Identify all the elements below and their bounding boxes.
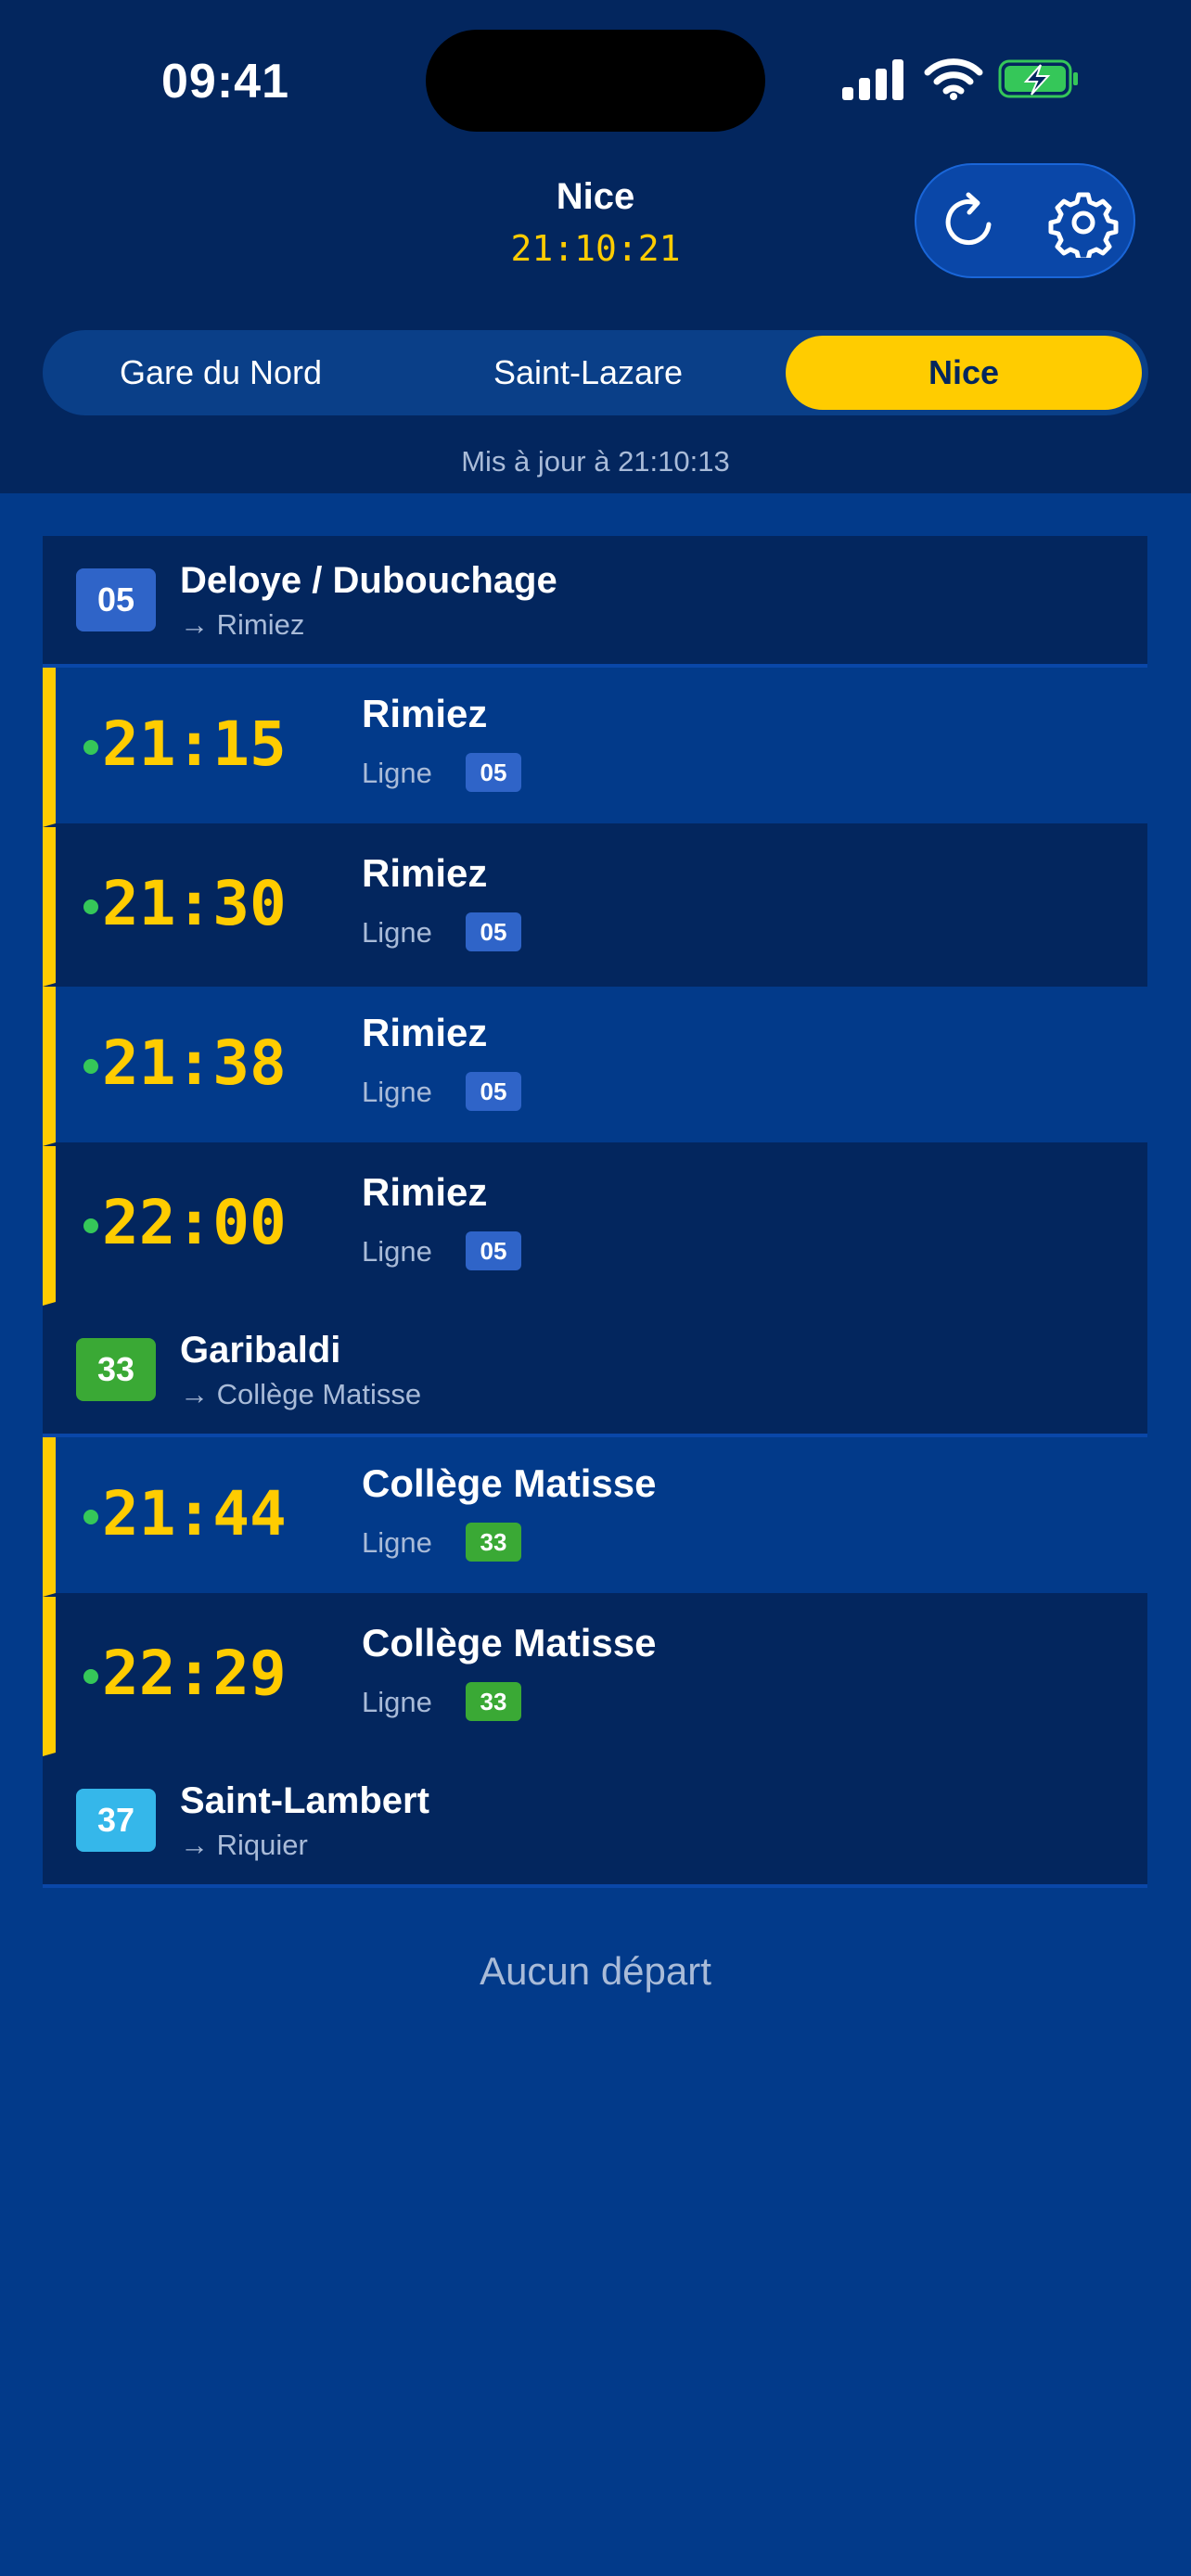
departure-row[interactable]: 22:00 Rimiez Ligne 05 [43,1146,1147,1306]
line-label: Ligne [362,916,432,949]
line-label: Ligne [362,1076,432,1108]
refresh-icon [945,192,992,246]
departure-destination: Collège Matisse [362,1461,657,1505]
line-badge-small: 05 [466,1072,521,1111]
departure-destination: Rimiez [362,851,488,895]
departures-list: 05 Deloye / Dubouchage → Rimiez 21:15 Ri… [43,536,1147,1888]
stop-direction: → Riquier [180,1829,308,1861]
departure-destination: Rimiez [362,1170,488,1214]
departure-time: 22:00 [102,1187,287,1258]
settings-button[interactable] [1048,187,1119,262]
realtime-dot-icon [83,1218,98,1233]
departure-destination: Rimiez [362,692,488,735]
realtime-dot-icon [83,1059,98,1074]
line-label: Ligne [362,1686,432,1718]
departure-row[interactable]: 21:30 Rimiez Ligne 05 [43,827,1147,987]
line-label: Ligne [362,757,432,789]
realtime-dot-icon [83,1510,98,1524]
departure-row[interactable]: 21:38 Rimiez Ligne 05 [43,987,1147,1146]
tab-saint-lazare[interactable]: Saint-Lazare [410,336,766,410]
departure-time: 21:38 [102,1027,287,1099]
departure-destination: Collège Matisse [362,1621,657,1664]
wifi-icon [924,58,983,100]
realtime-dot-icon [83,740,98,755]
tab-gare-du-nord[interactable]: Gare du Nord [43,336,399,410]
line-label: Ligne [362,1235,432,1268]
empty-state: Aucun départ [480,1949,711,1993]
departure-time: 22:29 [102,1638,287,1709]
tab-nice[interactable]: Nice [786,336,1142,410]
departure-row[interactable]: 21:44 Collège Matisse Ligne 33 [43,1437,1147,1597]
stop-name: Saint-Lambert [180,1780,429,1821]
stop-header[interactable]: 37 Saint-Lambert → Riquier [43,1756,1147,1888]
stop-name: Garibaldi [180,1330,341,1371]
stop-name: Deloye / Dubouchage [180,560,557,601]
stop-header[interactable]: 05 Deloye / Dubouchage → Rimiez [43,536,1147,668]
departure-destination: Rimiez [362,1011,488,1054]
stop-header[interactable]: 33 Garibaldi → Collège Matisse [43,1306,1147,1437]
line-badge: 33 [76,1338,156,1401]
departure-time: 21:44 [102,1478,287,1549]
line-label: Ligne [362,1526,432,1559]
action-pill [915,163,1135,278]
departure-row[interactable]: 21:15 Rimiez Ligne 05 [43,668,1147,827]
realtime-dot-icon [83,899,98,914]
last-updated: Mis à jour à 21:10:13 [461,445,730,478]
battery-charging-icon [998,59,1078,98]
stop-direction: → Rimiez [180,608,305,641]
line-badge: 37 [76,1789,156,1852]
line-badge-small: 33 [466,1523,521,1562]
realtime-dot-icon [83,1669,98,1684]
departure-row[interactable]: 22:29 Collège Matisse Ligne 33 [43,1597,1147,1756]
line-badge-small: 05 [466,753,521,792]
line-badge-small: 05 [466,912,521,951]
departure-time: 21:30 [102,868,287,939]
status-time: 09:41 [161,55,289,108]
line-badge-small: 05 [466,1231,521,1270]
cellular-signal-icon [842,57,903,100]
line-badge-small: 33 [466,1682,521,1721]
dynamic-island [426,30,765,132]
line-badge: 05 [76,568,156,631]
gear-icon [1048,192,1119,262]
header: 09:41 Nice 21:10:21 Gare du Nord Saint-L… [0,0,1191,493]
departure-time: 21:15 [102,708,287,780]
refresh-button[interactable] [935,187,1005,258]
stop-direction: → Collège Matisse [180,1378,422,1410]
station-tabs: Gare du Nord Saint-Lazare Nice [43,330,1148,415]
